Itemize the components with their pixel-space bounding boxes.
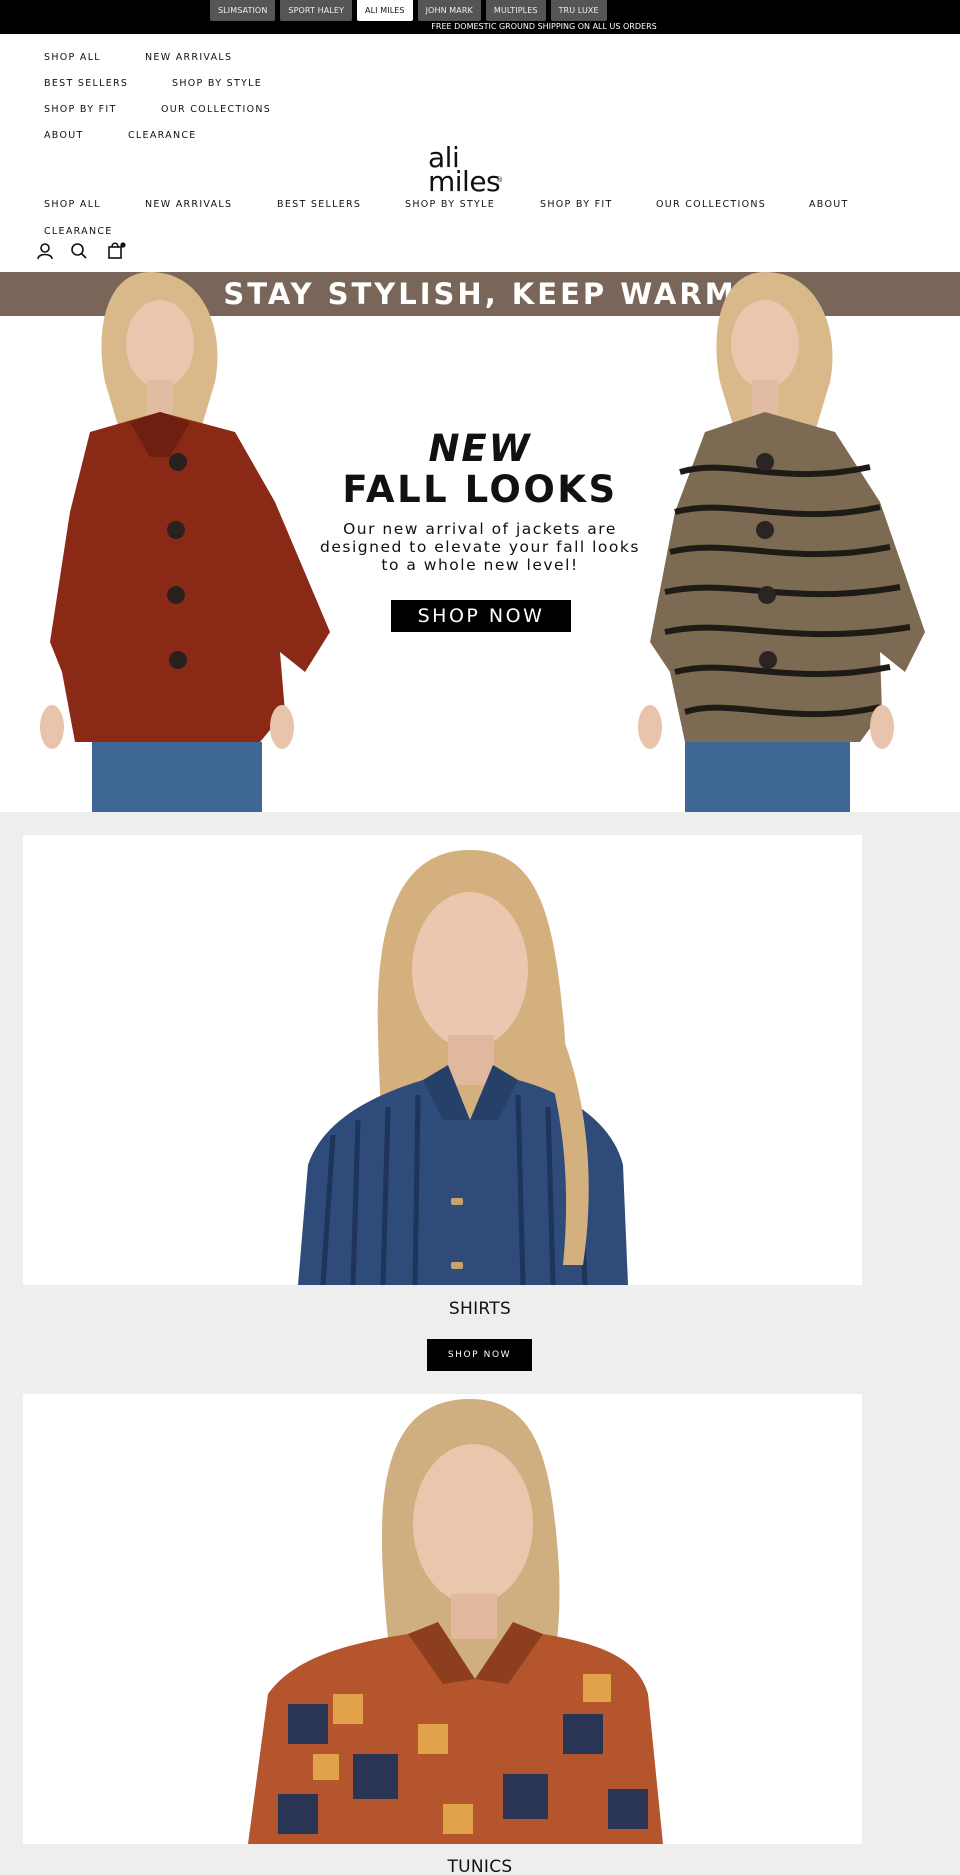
nav-best-sellers[interactable]: BEST SELLERS <box>277 199 361 210</box>
mini-nav-our-collections[interactable]: OUR COLLECTIONS <box>161 104 271 115</box>
brand-tab-ali-miles[interactable]: ALI MILES <box>357 0 413 21</box>
category-title-tunics: TUNICS <box>447 1857 513 1875</box>
hero-model-left-image <box>40 272 330 812</box>
brand-tab-sport-haley[interactable]: SPORT HALEY <box>280 0 352 21</box>
category-card-shirts[interactable] <box>23 835 862 1285</box>
account-icon[interactable] <box>35 241 55 261</box>
mini-nav: SHOP ALL NEW ARRIVALS BEST SELLERS SHOP … <box>44 44 304 148</box>
hero-headline-new: NEW <box>428 427 532 470</box>
category-section: SHIRTS SHOP NOW TUNICS <box>0 812 960 1875</box>
mini-nav-best-sellers[interactable]: BEST SELLERS <box>44 78 172 89</box>
hero-shop-now-button[interactable]: SHOP NOW <box>391 600 571 632</box>
category-card-tunics[interactable] <box>23 1394 862 1844</box>
nav-shop-by-style[interactable]: SHOP BY STYLE <box>405 199 495 210</box>
hero-description: Our new arrival of jackets are designed … <box>320 520 640 574</box>
category-title-shirts: SHIRTS <box>448 1299 512 1319</box>
cart-icon[interactable] <box>106 241 126 261</box>
nav-about[interactable]: ABOUT <box>809 199 849 210</box>
hero-model-right-image <box>638 272 925 812</box>
shirts-shop-now-button[interactable]: SHOP NOW <box>427 1339 532 1371</box>
nav-shop-by-fit[interactable]: SHOP BY FIT <box>540 199 613 210</box>
nav-new-arrivals[interactable]: NEW ARRIVALS <box>145 199 232 210</box>
brand-tab-tru-luxe[interactable]: TRU LUXE <box>550 0 607 21</box>
shipping-banner: FREE DOMESTIC GROUND SHIPPING ON ALL US … <box>431 22 657 31</box>
site-logo[interactable]: ali miles ® <box>428 144 518 200</box>
mini-nav-clearance[interactable]: CLEARANCE <box>128 130 197 141</box>
nav-our-collections[interactable]: OUR COLLECTIONS <box>656 199 766 210</box>
mini-nav-shop-all[interactable]: SHOP ALL <box>44 52 145 63</box>
mini-nav-shop-by-fit[interactable]: SHOP BY FIT <box>44 104 161 115</box>
brand-tab-slimsation[interactable]: SLIMSATION <box>210 0 276 21</box>
brand-tab-multiples[interactable]: MULTIPLES <box>485 0 546 21</box>
hero-banner: STAY STYLISH, KEEP WARM NEW FALL LOOKS O… <box>0 272 960 812</box>
brand-bar: SLIMSATION SPORT HALEY ALI MILES JOHN MA… <box>0 0 960 34</box>
nav-clearance[interactable]: CLEARANCE <box>44 226 113 237</box>
brand-tabs: SLIMSATION SPORT HALEY ALI MILES JOHN MA… <box>210 0 607 21</box>
logo-text-miles: miles <box>428 165 501 198</box>
mini-nav-about[interactable]: ABOUT <box>44 130 128 141</box>
mini-nav-new-arrivals[interactable]: NEW ARRIVALS <box>145 52 232 63</box>
shirts-model-image <box>298 850 628 1285</box>
logo-registered-mark: ® <box>496 176 503 184</box>
hero-headline-fall-looks: FALL LOOKS <box>342 468 618 511</box>
search-icon[interactable] <box>69 241 89 261</box>
tunics-model-image <box>248 1399 663 1844</box>
nav-shop-all[interactable]: SHOP ALL <box>44 199 101 210</box>
brand-tab-john-mark[interactable]: JOHN MARK <box>417 0 481 21</box>
mini-nav-shop-by-style[interactable]: SHOP BY STYLE <box>172 78 262 89</box>
